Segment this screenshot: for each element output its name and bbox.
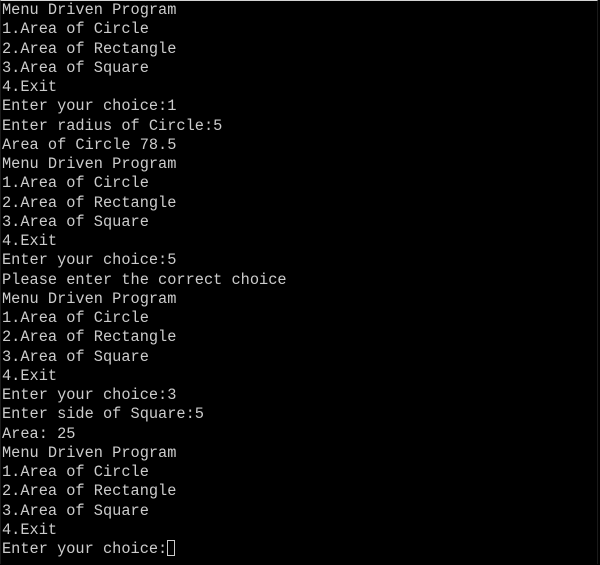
- console-line: 2.Area of Rectangle: [2, 328, 177, 347]
- console-line: Menu Driven Program: [2, 1, 177, 19]
- console-line: 3.Area of Square: [2, 58, 149, 77]
- text-cursor: [167, 540, 176, 556]
- console-output: Menu Driven Program 1.Area of Circle 2.Are…: [2, 1, 597, 540]
- console-line: 2.Area of Rectangle: [2, 193, 177, 212]
- console-line: 1.Area of Circle: [2, 309, 149, 327]
- console-line: Please enter the correct choice: [2, 270, 287, 289]
- console-window[interactable]: Menu Driven Program 1.Area of Circle 2.Are…: [0, 0, 598, 564]
- console-prompt: Enter your choice:: [2, 540, 168, 558]
- console-line: Menu Driven Program: [2, 443, 177, 462]
- console-line: Enter side of Square:5: [2, 405, 204, 424]
- console-line: Menu Driven Program: [2, 155, 177, 173]
- console-prompt-line[interactable]: Enter your choice:: [2, 540, 597, 559]
- console-line: 1.Area of Circle: [2, 20, 149, 39]
- console-line: 1.Area of Circle: [2, 174, 149, 193]
- console-line: 2.Area of Rectangle: [2, 482, 177, 501]
- console-line: 4.Exit: [2, 520, 58, 539]
- console-line: 1.Area of Circle: [2, 463, 149, 481]
- console-line: 3.Area of Square: [2, 212, 149, 231]
- console-line: 4.Exit: [2, 366, 58, 385]
- console-line: 2.Area of Rectangle: [2, 39, 177, 58]
- console-line: 3.Area of Square: [2, 501, 149, 520]
- console-line: Menu Driven Program: [2, 289, 177, 308]
- console-line: Enter radius of Circle:5: [2, 116, 223, 135]
- console-line: 4.Exit: [2, 78, 58, 96]
- console-line: 4.Exit: [2, 232, 58, 250]
- console-line: Enter your choice:5: [2, 251, 177, 270]
- console-line: Enter your choice:3: [2, 386, 177, 404]
- console-line: 3.Area of Square: [2, 347, 149, 366]
- console-line: Area: 25: [2, 424, 76, 443]
- console-line: Area of Circle 78.5: [2, 135, 177, 154]
- console-line: Enter your choice:1: [2, 97, 177, 116]
